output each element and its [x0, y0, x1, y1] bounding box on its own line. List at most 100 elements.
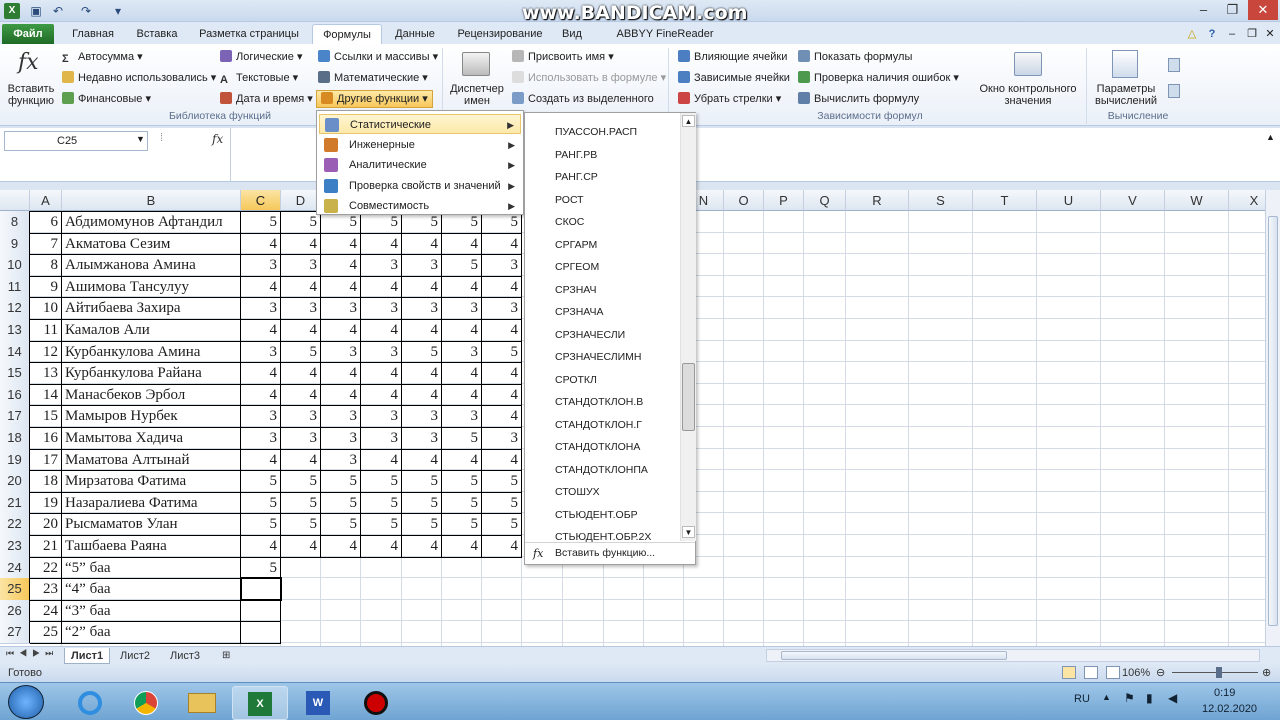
name-box-dropdown-icon[interactable]: ▼: [136, 134, 145, 144]
function-item[interactable]: СТАНДОТКЛОН.Г: [555, 417, 642, 433]
cell-grade[interactable]: [442, 558, 478, 578]
autosum-button[interactable]: Σ Автосумма ▾: [62, 50, 143, 65]
cell-grade[interactable]: [402, 622, 438, 642]
cell-number[interactable]: 7: [30, 234, 59, 254]
cell-grade[interactable]: 4: [402, 363, 439, 383]
error-checking-button[interactable]: Проверка наличия ошибок ▾: [798, 71, 959, 85]
cell-grade[interactable]: 4: [402, 385, 439, 405]
cell-grade[interactable]: 5: [361, 493, 399, 513]
cell-grade[interactable]: [482, 558, 518, 578]
cell-grade[interactable]: 4: [442, 385, 479, 405]
cell-grade[interactable]: 5: [402, 342, 439, 362]
cell-grade[interactable]: 3: [361, 298, 399, 318]
cell-number[interactable]: 13: [30, 363, 58, 383]
cell-grade[interactable]: 4: [241, 450, 278, 470]
taskbar-ie-icon[interactable]: [62, 686, 118, 720]
language-indicator[interactable]: RU: [1074, 693, 1090, 705]
cell-grade[interactable]: 5: [442, 493, 479, 513]
horizontal-scrollbar[interactable]: [766, 649, 1260, 662]
cell-grade[interactable]: 5: [321, 471, 358, 491]
function-item[interactable]: СРЗНАЧЕСЛИ: [555, 327, 625, 343]
column-header-R[interactable]: R: [846, 190, 909, 211]
cell-student-name[interactable]: Курбанкулова Амина: [65, 342, 240, 362]
function-item[interactable]: СРГАРМ: [555, 237, 597, 253]
cell-grade[interactable]: 4: [321, 536, 358, 556]
cell-grade[interactable]: [281, 601, 317, 621]
column-header-P[interactable]: P: [764, 190, 804, 211]
calculate-sheet-icon[interactable]: [1168, 84, 1180, 98]
cell-grade[interactable]: 4: [402, 234, 439, 254]
cell-student-name[interactable]: Камалов Али: [65, 320, 240, 340]
cell-grade[interactable]: 4: [361, 385, 399, 405]
workbook-close-icon[interactable]: ✕: [1262, 24, 1278, 44]
cell-grade[interactable]: 4: [402, 450, 439, 470]
vertical-scroll-thumb[interactable]: [1268, 216, 1278, 626]
tray-volume-icon[interactable]: ◀: [1168, 691, 1177, 705]
cell-grade[interactable]: [402, 579, 438, 599]
cell-grade[interactable]: 5: [402, 493, 439, 513]
function-item[interactable]: СКОС: [555, 214, 584, 230]
cell-grade[interactable]: 4: [241, 363, 278, 383]
function-item[interactable]: СТАНДОТКЛОН.В: [555, 394, 643, 410]
cell-grade[interactable]: [361, 601, 398, 621]
help-icon[interactable]: ?: [1204, 24, 1220, 44]
cell-number[interactable]: 22: [30, 558, 58, 578]
calc-options-button[interactable]: Параметры вычислений: [1090, 83, 1162, 107]
cell-grade[interactable]: 4: [281, 234, 318, 254]
cell-grade[interactable]: 5: [442, 471, 479, 491]
logical-button[interactable]: Логические ▾: [220, 50, 303, 64]
cell-student-name[interactable]: Акматова Сезим: [65, 234, 240, 254]
cell-number[interactable]: 16: [30, 428, 58, 448]
row-header-10[interactable]: 10: [0, 254, 30, 277]
row-header-25[interactable]: 25: [0, 578, 30, 601]
cell-number[interactable]: 21: [30, 536, 58, 556]
cell-grade[interactable]: 4: [281, 450, 318, 470]
cell-number[interactable]: 18: [30, 471, 58, 491]
cell-number[interactable]: 25: [30, 622, 58, 642]
tab-review[interactable]: Рецензирование: [450, 24, 550, 44]
watch-window-button[interactable]: Окно контрольного значения: [970, 83, 1086, 107]
cell-grade[interactable]: 3: [361, 406, 399, 426]
cell-grade[interactable]: [482, 579, 518, 599]
insert-function-button[interactable]: Вставить функцию: [6, 83, 56, 107]
cell-grade[interactable]: 4: [482, 450, 519, 470]
cell-grade[interactable]: 3: [241, 406, 278, 426]
row-header-8[interactable]: 8: [0, 211, 30, 234]
cell-grade[interactable]: [321, 601, 357, 621]
submenu-scroll-thumb[interactable]: [682, 363, 695, 431]
cell-grade[interactable]: [361, 579, 398, 599]
taskbar-chrome-icon[interactable]: [118, 686, 174, 720]
cell-student-name[interactable]: Манасбеков Эрбол: [65, 385, 240, 405]
cell-grade[interactable]: 4: [442, 234, 479, 254]
datetime-button[interactable]: Дата и время ▾: [220, 92, 313, 106]
cell-grade[interactable]: 5: [241, 514, 278, 534]
zoom-slider[interactable]: [1172, 672, 1258, 673]
cell-grade[interactable]: 3: [321, 428, 358, 448]
cell-grade[interactable]: 3: [482, 428, 519, 448]
cell-grade[interactable]: 4: [241, 320, 278, 340]
cell-grade[interactable]: 3: [281, 255, 318, 275]
row-header-16[interactable]: 16: [0, 384, 30, 407]
cell-grade[interactable]: 3: [321, 342, 358, 362]
cell-grade[interactable]: 4: [361, 320, 399, 340]
cell-grade[interactable]: 5: [442, 514, 479, 534]
column-header-A[interactable]: A: [30, 190, 62, 211]
cell-student-name[interactable]: Алымжанова Амина: [65, 255, 240, 275]
tab-page-layout[interactable]: Разметка страницы: [194, 24, 304, 44]
cell-number[interactable]: 12: [30, 342, 58, 362]
cell-grade[interactable]: 4: [241, 234, 278, 254]
insert-function-icon[interactable]: fx: [18, 50, 39, 75]
cell-grade[interactable]: 5: [482, 342, 519, 362]
cell-grade[interactable]: 5: [241, 471, 278, 491]
sheet-tab-2[interactable]: Лист2: [114, 648, 156, 664]
cell-number[interactable]: 8: [30, 255, 59, 275]
row-header-11[interactable]: 11: [0, 276, 30, 299]
cell-student-name[interactable]: Айтибаева Захира: [65, 298, 240, 318]
recently-used-button[interactable]: Недавно использовались ▾: [62, 71, 216, 85]
taskbar-word-icon[interactable]: W: [290, 686, 346, 720]
function-item[interactable]: СРГЕОМ: [555, 259, 599, 275]
column-header-X[interactable]: X: [1229, 190, 1265, 211]
zoom-level[interactable]: 106%: [1122, 667, 1150, 679]
cell-grade[interactable]: 3: [361, 255, 399, 275]
row-header-15[interactable]: 15: [0, 362, 30, 385]
